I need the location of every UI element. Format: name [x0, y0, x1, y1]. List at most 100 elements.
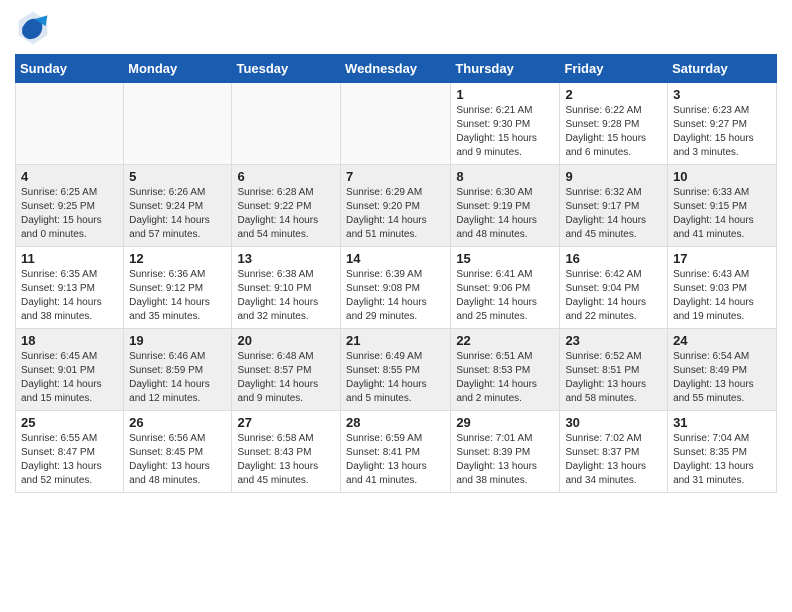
day-number: 31 — [673, 415, 771, 430]
day-info: Sunrise: 6:25 AM Sunset: 9:25 PM Dayligh… — [21, 186, 118, 242]
day-number: 21 — [346, 333, 445, 348]
day-number: 15 — [456, 251, 554, 266]
day-number: 2 — [565, 87, 662, 102]
day-info: Sunrise: 6:32 AM Sunset: 9:17 PM Dayligh… — [565, 186, 662, 242]
day-info: Sunrise: 7:04 AM Sunset: 8:35 PM Dayligh… — [673, 432, 771, 488]
weekday-header: Sunday — [16, 55, 124, 83]
calendar-cell: 1Sunrise: 6:21 AM Sunset: 9:30 PM Daylig… — [451, 83, 560, 165]
day-info: Sunrise: 6:43 AM Sunset: 9:03 PM Dayligh… — [673, 268, 771, 324]
day-number: 20 — [237, 333, 335, 348]
day-number: 14 — [346, 251, 445, 266]
calendar-cell: 26 Sunrise: 6:56 AM Sunset: 8:45 PM Dayli… — [124, 411, 232, 493]
day-info: Sunrise: 6:41 AM Sunset: 9:06 PM Dayligh… — [456, 268, 554, 324]
weekday-header: Monday — [124, 55, 232, 83]
day-info: Sunrise: 6:56 AM Sunset: 8:45 PM Dayligh… — [129, 432, 226, 488]
day-info: Sunrise: 6:54 AM Sunset: 8:49 PM Dayligh… — [673, 350, 771, 406]
calendar-cell: 11Sunrise: 6:35 AM Sunset: 9:13 PM Dayli… — [16, 247, 124, 329]
logo-icon — [15, 10, 51, 46]
day-number: 24 — [673, 333, 771, 348]
day-info: Sunrise: 6:58 AM Sunset: 8:43 PM Dayligh… — [237, 432, 335, 488]
calendar-cell: 20 Sunrise: 6:48 AM Sunset: 8:57 PM Dayli… — [232, 329, 341, 411]
day-info: Sunrise: 6:30 AM Sunset: 9:19 PM Dayligh… — [456, 186, 554, 242]
day-info: Sunrise: 6:48 AM Sunset: 8:57 PM Dayligh… — [237, 350, 335, 406]
day-info: Sunrise: 6:51 AM Sunset: 8:53 PM Dayligh… — [456, 350, 554, 406]
day-info: Sunrise: 6:36 AM Sunset: 9:12 PM Dayligh… — [129, 268, 226, 324]
day-info: Sunrise: 6:33 AM Sunset: 9:15 PM Dayligh… — [673, 186, 771, 242]
day-info: Sunrise: 6:49 AM Sunset: 8:55 PM Dayligh… — [346, 350, 445, 406]
calendar-cell — [341, 83, 451, 165]
day-number: 13 — [237, 251, 335, 266]
weekday-header: Tuesday — [232, 55, 341, 83]
day-number: 10 — [673, 169, 771, 184]
calendar-cell: 22 Sunrise: 6:51 AM Sunset: 8:53 PM Dayli… — [451, 329, 560, 411]
calendar-cell: 19 Sunrise: 6:46 AM Sunset: 8:59 PM Dayli… — [124, 329, 232, 411]
calendar-body: 1Sunrise: 6:21 AM Sunset: 9:30 PM Daylig… — [16, 83, 777, 493]
calendar-cell: 17 Sunrise: 6:43 AM Sunset: 9:03 PM Dayli… — [668, 247, 777, 329]
calendar-cell: 23Sunrise: 6:52 AM Sunset: 8:51 PM Dayli… — [560, 329, 668, 411]
day-number: 18 — [21, 333, 118, 348]
weekday-header: Wednesday — [341, 55, 451, 83]
day-number: 16 — [565, 251, 662, 266]
day-info: Sunrise: 6:46 AM Sunset: 8:59 PM Dayligh… — [129, 350, 226, 406]
calendar-cell — [232, 83, 341, 165]
day-number: 12 — [129, 251, 226, 266]
day-number: 27 — [237, 415, 335, 430]
day-number: 8 — [456, 169, 554, 184]
day-number: 26 — [129, 415, 226, 430]
calendar-cell: 29 Sunrise: 7:01 AM Sunset: 8:39 PM Dayli… — [451, 411, 560, 493]
calendar-cell: 30Sunrise: 7:02 AM Sunset: 8:37 PM Dayli… — [560, 411, 668, 493]
day-info: Sunrise: 6:55 AM Sunset: 8:47 PM Dayligh… — [21, 432, 118, 488]
calendar-cell: 16 Sunrise: 6:42 AM Sunset: 9:04 PM Dayli… — [560, 247, 668, 329]
calendar-cell: 8 Sunrise: 6:30 AM Sunset: 9:19 PM Daylig… — [451, 165, 560, 247]
day-number: 28 — [346, 415, 445, 430]
day-info: Sunrise: 6:52 AM Sunset: 8:51 PM Dayligh… — [565, 350, 662, 406]
page: SundayMondayTuesdayWednesdayThursdayFrid… — [0, 0, 792, 508]
calendar-cell: 9 Sunrise: 6:32 AM Sunset: 9:17 PM Daylig… — [560, 165, 668, 247]
calendar-week-row: 18 Sunrise: 6:45 AM Sunset: 9:01 PM Dayli… — [16, 329, 777, 411]
calendar-cell: 3 Sunrise: 6:23 AM Sunset: 9:27 PM Daylig… — [668, 83, 777, 165]
day-info: Sunrise: 6:59 AM Sunset: 8:41 PM Dayligh… — [346, 432, 445, 488]
day-number: 9 — [565, 169, 662, 184]
day-info: Sunrise: 6:45 AM Sunset: 9:01 PM Dayligh… — [21, 350, 118, 406]
logo — [15, 10, 55, 46]
calendar-cell: 7Sunrise: 6:29 AM Sunset: 9:20 PM Daylig… — [341, 165, 451, 247]
calendar-cell: 21 Sunrise: 6:49 AM Sunset: 8:55 PM Dayli… — [341, 329, 451, 411]
day-number: 19 — [129, 333, 226, 348]
calendar-cell: 27 Sunrise: 6:58 AM Sunset: 8:43 PM Dayli… — [232, 411, 341, 493]
day-number: 29 — [456, 415, 554, 430]
weekday-header: Friday — [560, 55, 668, 83]
day-number: 25 — [21, 415, 118, 430]
day-info: Sunrise: 6:38 AM Sunset: 9:10 PM Dayligh… — [237, 268, 335, 324]
day-info: Sunrise: 6:21 AM Sunset: 9:30 PM Dayligh… — [456, 104, 554, 160]
weekday-header: Saturday — [668, 55, 777, 83]
day-info: Sunrise: 6:22 AM Sunset: 9:28 PM Dayligh… — [565, 104, 662, 160]
calendar-header-row: SundayMondayTuesdayWednesdayThursdayFrid… — [16, 55, 777, 83]
day-number: 17 — [673, 251, 771, 266]
calendar-week-row: 1Sunrise: 6:21 AM Sunset: 9:30 PM Daylig… — [16, 83, 777, 165]
day-info: Sunrise: 7:02 AM Sunset: 8:37 PM Dayligh… — [565, 432, 662, 488]
day-info: Sunrise: 6:28 AM Sunset: 9:22 PM Dayligh… — [237, 186, 335, 242]
calendar-cell: 2 Sunrise: 6:22 AM Sunset: 9:28 PM Daylig… — [560, 83, 668, 165]
calendar-week-row: 4 Sunrise: 6:25 AM Sunset: 9:25 PM Daylig… — [16, 165, 777, 247]
calendar-cell: 13 Sunrise: 6:38 AM Sunset: 9:10 PM Dayli… — [232, 247, 341, 329]
calendar-cell: 31 Sunrise: 7:04 AM Sunset: 8:35 PM Dayli… — [668, 411, 777, 493]
day-number: 3 — [673, 87, 771, 102]
day-info: Sunrise: 6:39 AM Sunset: 9:08 PM Dayligh… — [346, 268, 445, 324]
calendar-cell: 4 Sunrise: 6:25 AM Sunset: 9:25 PM Daylig… — [16, 165, 124, 247]
day-info: Sunrise: 6:26 AM Sunset: 9:24 PM Dayligh… — [129, 186, 226, 242]
calendar-cell: 14 Sunrise: 6:39 AM Sunset: 9:08 PM Dayli… — [341, 247, 451, 329]
day-number: 5 — [129, 169, 226, 184]
day-info: Sunrise: 6:35 AM Sunset: 9:13 PM Dayligh… — [21, 268, 118, 324]
day-info: Sunrise: 6:42 AM Sunset: 9:04 PM Dayligh… — [565, 268, 662, 324]
calendar-cell: 6 Sunrise: 6:28 AM Sunset: 9:22 PM Daylig… — [232, 165, 341, 247]
calendar-week-row: 25 Sunrise: 6:55 AM Sunset: 8:47 PM Dayli… — [16, 411, 777, 493]
day-info: Sunrise: 7:01 AM Sunset: 8:39 PM Dayligh… — [456, 432, 554, 488]
calendar-cell: 15 Sunrise: 6:41 AM Sunset: 9:06 PM Dayli… — [451, 247, 560, 329]
day-info: Sunrise: 6:23 AM Sunset: 9:27 PM Dayligh… — [673, 104, 771, 160]
day-number: 7 — [346, 169, 445, 184]
calendar-cell: 10 Sunrise: 6:33 AM Sunset: 9:15 PM Dayli… — [668, 165, 777, 247]
day-number: 6 — [237, 169, 335, 184]
calendar-cell: 24 Sunrise: 6:54 AM Sunset: 8:49 PM Dayli… — [668, 329, 777, 411]
day-number: 22 — [456, 333, 554, 348]
day-number: 4 — [21, 169, 118, 184]
